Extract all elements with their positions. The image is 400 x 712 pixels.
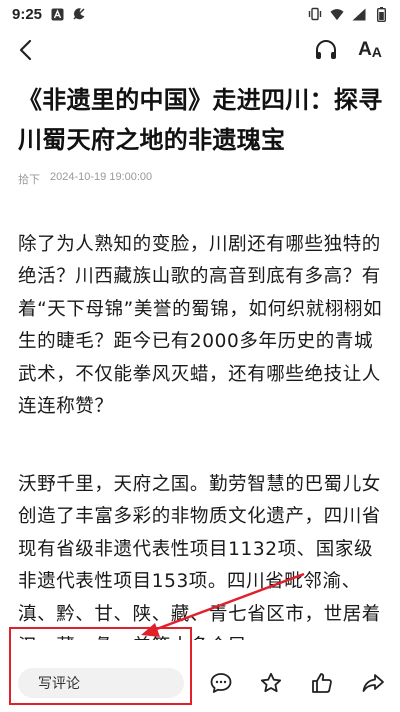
favorite-button[interactable] [258,670,284,696]
article-meta: 拾下 2024-10-19 19:00:00 [18,171,152,187]
like-button[interactable] [309,670,335,696]
font-size-button[interactable]: AA [354,36,386,64]
article-paragraph-1: 除了为人熟知的变脸，川剧还有哪些独特的绝活？川西藏族山歌的高音到底有多高？有着“… [18,234,383,418]
article-datetime: 2024-10-19 19:00:00 [50,171,153,183]
back-button[interactable] [12,36,40,64]
star-icon [260,672,282,693]
thumbs-up-icon [312,673,332,693]
comments-button[interactable] [208,670,234,696]
article-paragraph-2: 沃野千里，天府之国。勤劳智慧的巴蜀儿女创造了丰富多彩的非物质文化遗产，四川省现有… [18,474,381,657]
comment-placeholder: 写评论 [38,676,80,692]
share-icon [362,674,384,692]
listen-button[interactable] [312,36,340,64]
write-comment-input[interactable]: 写评论 [18,668,184,698]
top-nav: AA [0,30,400,70]
headphone-icon [316,40,336,59]
wifi-icon [330,7,344,21]
article-title: 《非遗里的中国》走进四川：探寻川蜀天府之地的非遗瑰宝 [18,86,383,154]
bottom-toolbar: 写评论 [0,640,400,712]
battery-icon [374,6,388,22]
vibrate-icon [308,7,322,21]
font-size-label-big: A [358,39,372,60]
signal-icon [352,7,366,21]
do-not-disturb-icon [72,7,86,21]
font-size-label-small: A [371,44,382,60]
comment-icon [210,673,232,693]
article-source[interactable]: 拾下 [18,171,40,187]
share-button[interactable] [360,670,386,696]
status-time: 9:25 [12,5,43,23]
status-bar: 9:25 [0,0,400,28]
chevron-left-icon [19,39,32,61]
notification-a-icon [50,7,64,21]
